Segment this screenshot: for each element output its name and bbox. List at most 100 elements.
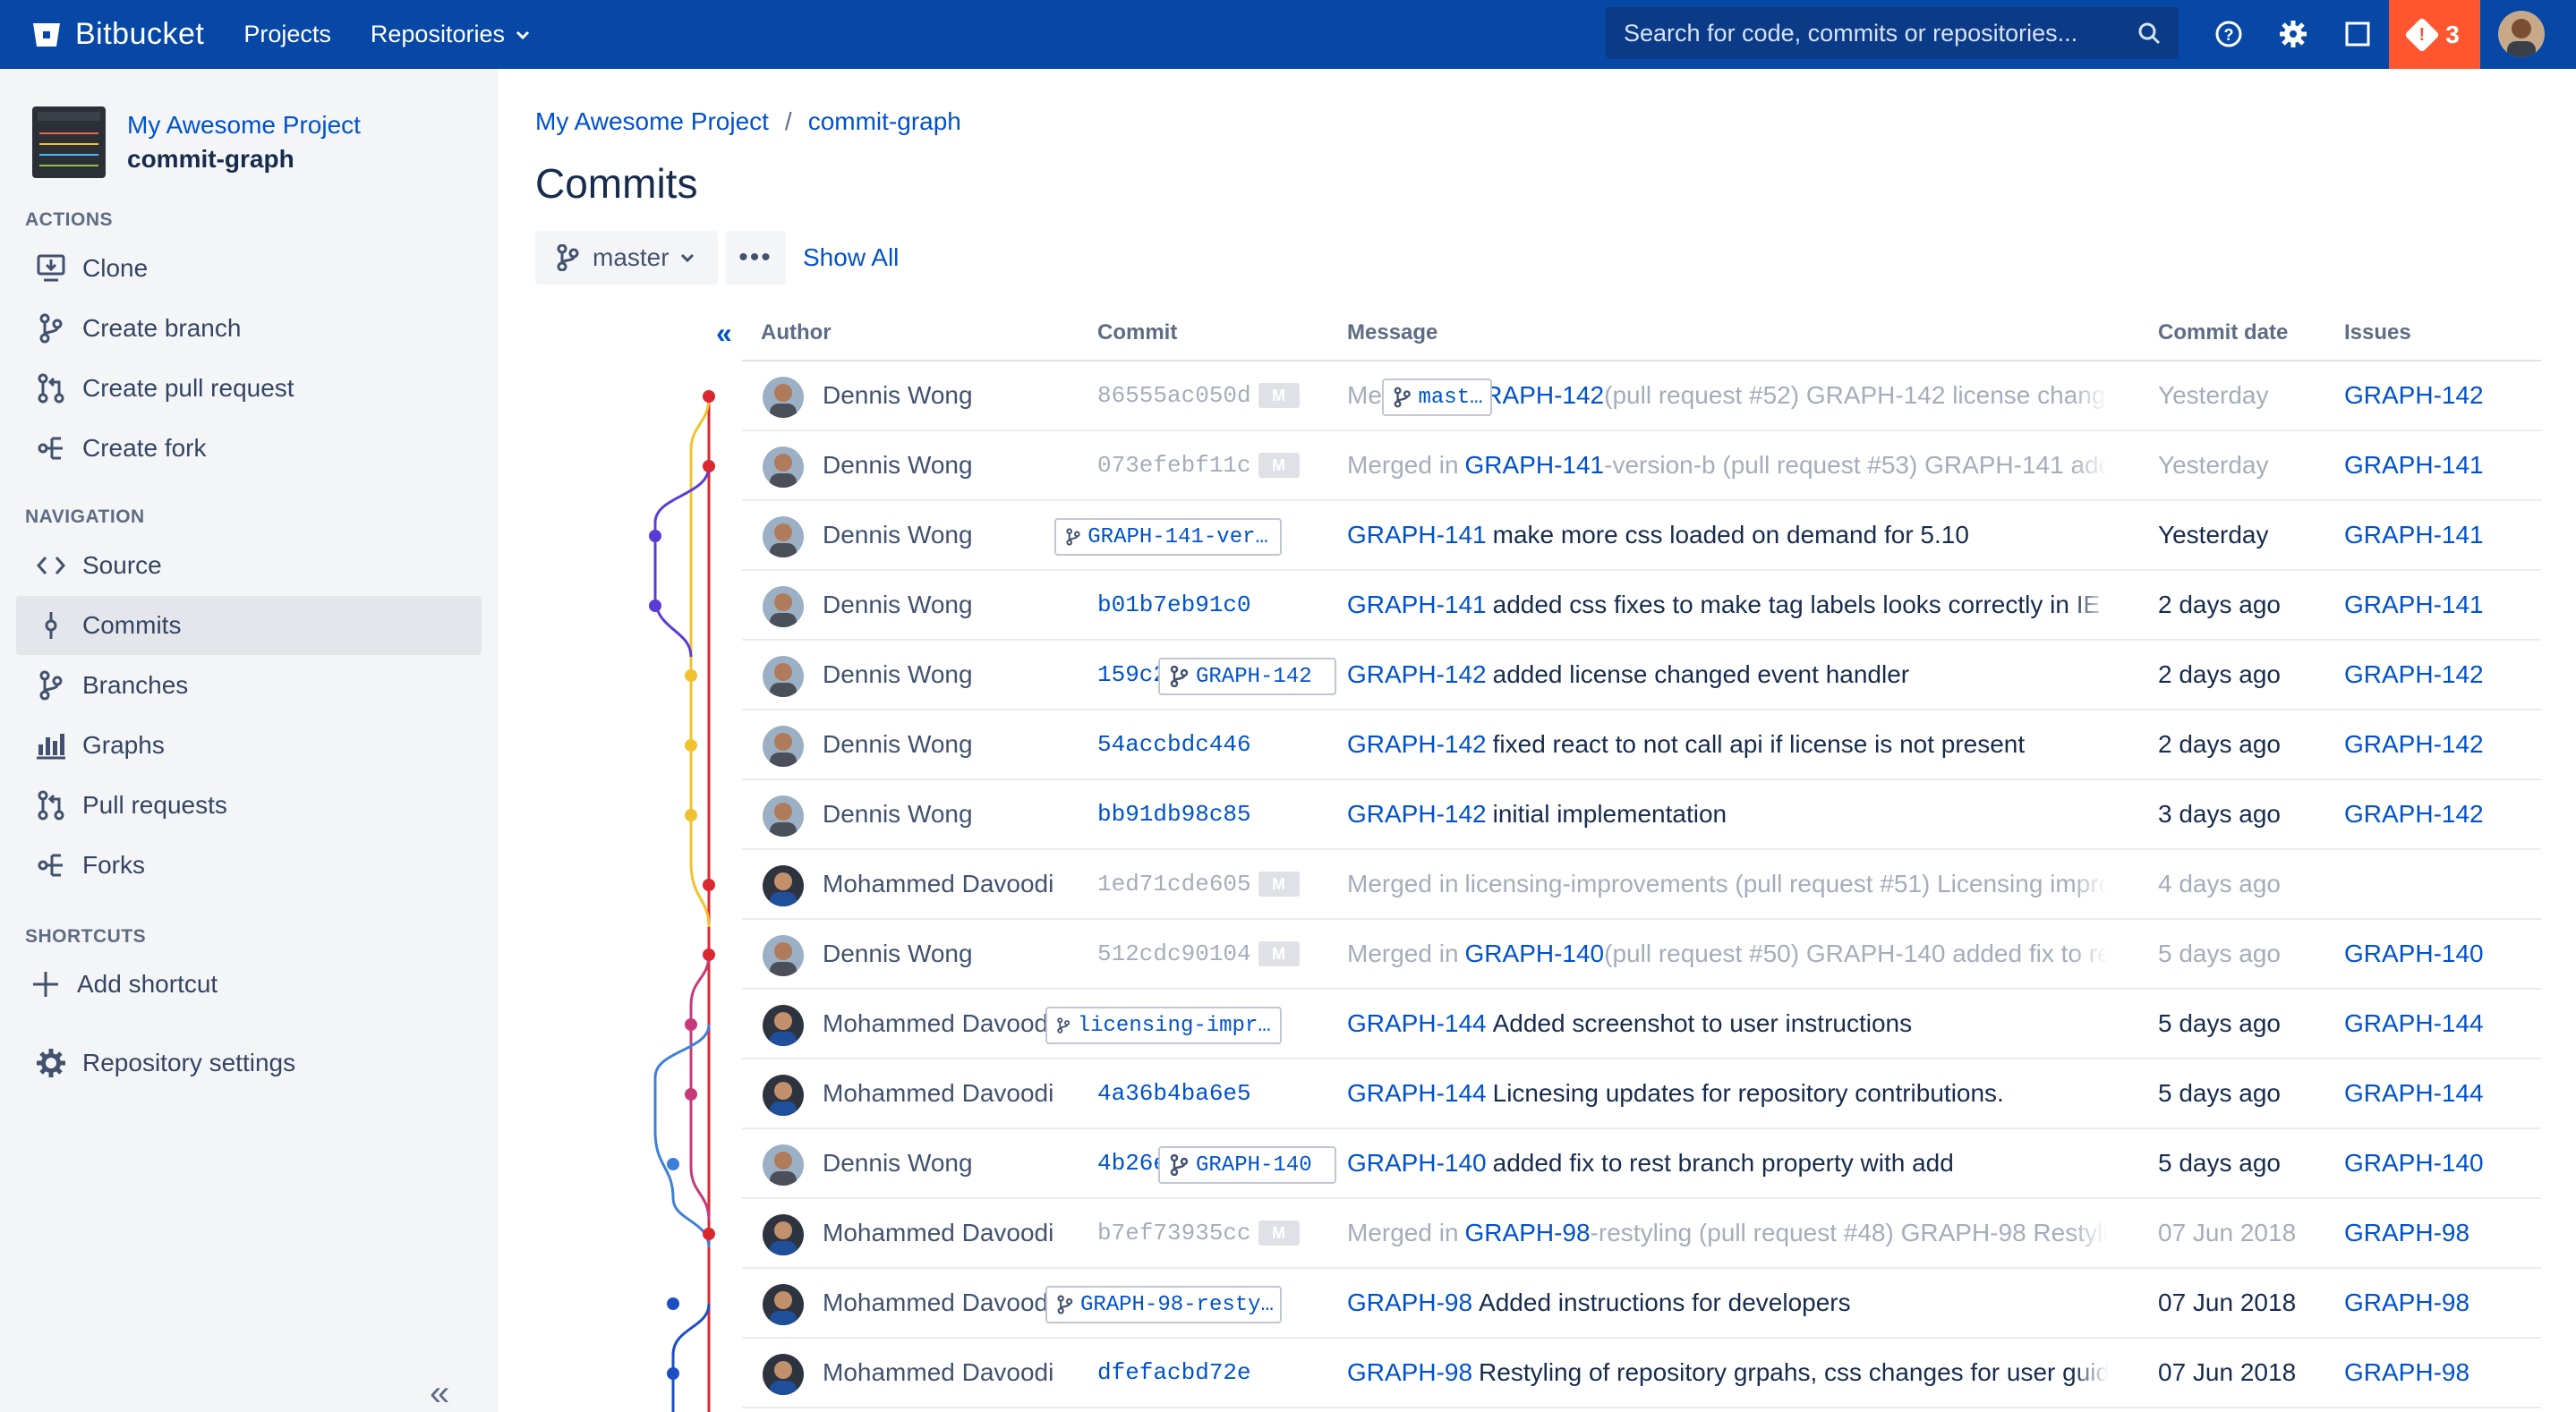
branch-icon bbox=[557, 244, 579, 271]
repository-settings-link[interactable]: Repository settings bbox=[16, 1033, 482, 1093]
app-switcher-icon[interactable] bbox=[2340, 16, 2376, 52]
collapse-graph-icon[interactable]: « bbox=[716, 317, 732, 350]
issue-link[interactable]: GRAPH-142 bbox=[2344, 710, 2484, 778]
commit-hash-link[interactable]: 54accbdc446 bbox=[1097, 710, 1251, 778]
issue-link[interactable]: GRAPH-142 bbox=[1347, 660, 1487, 689]
issue-link[interactable]: GRAPH-98 bbox=[2344, 1199, 2469, 1267]
branch-tag-label: GRAPH-142 bbox=[1196, 664, 1312, 689]
issue-link[interactable]: GRAPH-141 bbox=[1465, 451, 1605, 480]
issue-link[interactable]: GRAPH-140 bbox=[1465, 940, 1605, 968]
issue-link[interactable]: GRAPH-142 bbox=[2344, 641, 2484, 709]
commit-hash-link[interactable]: b7ef73935cc M bbox=[1097, 1199, 1300, 1267]
commit-hash-link[interactable]: 86555ac050d M bbox=[1097, 362, 1300, 430]
sidebar-item-graphs[interactable]: Graphs bbox=[16, 716, 482, 775]
issue-link[interactable]: GRAPH-140 bbox=[1347, 1149, 1487, 1178]
issue-link[interactable]: GRAPH-98 bbox=[2344, 1339, 2469, 1407]
branch-tag[interactable]: GRAPH-140 bbox=[1158, 1146, 1336, 1184]
author-avatar bbox=[763, 1354, 804, 1395]
commit-date: 2 days ago bbox=[2158, 591, 2281, 618]
sidebar-item-commits[interactable]: Commits bbox=[16, 596, 482, 655]
sidebar-item-create-branch[interactable]: Create branch bbox=[16, 299, 482, 358]
issue-link[interactable]: GRAPH-141 bbox=[1347, 521, 1487, 549]
repositories-dropdown[interactable]: Repositories bbox=[371, 21, 530, 48]
add-shortcut-button[interactable]: Add shortcut bbox=[16, 955, 482, 1014]
collapse-sidebar-icon[interactable]: « bbox=[430, 1374, 449, 1412]
issue-link[interactable]: GRAPH-98 bbox=[2344, 1269, 2469, 1337]
table-row[interactable]: Mohammed Davoodi 1ed71cde605 M Merged in li… bbox=[742, 850, 2541, 920]
sidebar-item-create-pull-request[interactable]: Create pull request bbox=[16, 359, 482, 418]
commit-hash-link[interactable]: 073efebf11c M bbox=[1097, 431, 1300, 499]
table-row[interactable]: Dennis Wong 54accbdc446 GRAPH-142 fixed rea… bbox=[742, 710, 2541, 780]
sidebar-item-source[interactable]: Source bbox=[16, 536, 482, 595]
sidebar-item-clone[interactable]: Clone bbox=[16, 239, 482, 298]
issue-link[interactable]: GRAPH-98 bbox=[1347, 1289, 1472, 1317]
fork-icon bbox=[32, 846, 70, 884]
table-row[interactable]: Mohammed Davoodi b7ef73935cc M Merged in GR… bbox=[742, 1199, 2541, 1269]
issue-link[interactable]: GRAPH-144 bbox=[2344, 990, 2484, 1058]
issue-link[interactable]: GRAPH-144 bbox=[2344, 1059, 2484, 1127]
settings-gear-icon[interactable] bbox=[2275, 16, 2311, 52]
commit-hash-link[interactable]: bb91db98c85 bbox=[1097, 780, 1251, 848]
merge-badge: M bbox=[1258, 872, 1300, 897]
help-icon[interactable]: ? bbox=[2211, 16, 2247, 52]
table-row[interactable]: Dennis Wongeffc767d9d7GRAPH-141make more… bbox=[742, 501, 2541, 571]
show-all-link[interactable]: Show All bbox=[803, 243, 899, 272]
issue-link[interactable]: GRAPH-144 bbox=[1347, 1079, 1487, 1108]
issue-link[interactable]: GRAPH-98 bbox=[1347, 1358, 1472, 1387]
issue-link[interactable]: GRAPH-142 bbox=[1347, 800, 1487, 829]
issue-link[interactable]: GRAPH-98 bbox=[1465, 1219, 1591, 1247]
issue-link[interactable]: GRAPH-141 bbox=[2344, 571, 2484, 639]
branch-selector[interactable]: master bbox=[535, 231, 718, 285]
issue-link[interactable]: GRAPH-140 bbox=[2344, 920, 2484, 988]
graph-node bbox=[685, 739, 697, 752]
table-row[interactable]: Mohammed Davoodi dfefacbd72e GRAPH-98 Resty… bbox=[742, 1339, 2541, 1408]
branch-tag[interactable]: GRAPH-141-version-b bbox=[1054, 518, 1282, 556]
issue-link[interactable]: GRAPH-141 bbox=[2344, 501, 2484, 569]
commit-hash-link[interactable]: 512cdc90104 M bbox=[1097, 920, 1300, 988]
commit-hash-link[interactable]: 4a36b4ba6e5 bbox=[1097, 1059, 1251, 1127]
commit-hash-link[interactable]: b01b7eb91c0 bbox=[1097, 571, 1251, 639]
sidebar-item-create-fork[interactable]: Create fork bbox=[16, 419, 482, 478]
merge-badge: M bbox=[1258, 383, 1300, 408]
bitbucket-logo[interactable]: Bitbucket bbox=[32, 17, 204, 52]
issue-link[interactable]: GRAPH-142 bbox=[2344, 362, 2484, 430]
more-icon: ••• bbox=[738, 242, 772, 272]
search-input[interactable]: Search for code, commits or repositories… bbox=[1606, 7, 2179, 59]
project-name-link[interactable]: My Awesome Project bbox=[127, 108, 361, 142]
breadcrumb-repo-link[interactable]: commit-graph bbox=[808, 107, 961, 136]
projects-link[interactable]: Projects bbox=[243, 21, 331, 48]
table-row[interactable]: Mohammed Davoodi 4a36b4ba6e5 GRAPH-144 Licn… bbox=[742, 1059, 2541, 1129]
table-row[interactable]: Dennis Wong159c26f1b64GRAPH-142added lic… bbox=[742, 641, 2541, 710]
notifications-button[interactable]: ! 3 bbox=[2389, 0, 2480, 69]
table-row[interactable]: Dennis Wong bb91db98c85 GRAPH-142 initial i… bbox=[742, 780, 2541, 850]
user-avatar[interactable] bbox=[2498, 11, 2545, 57]
table-row[interactable]: Mohammed Davoodi8d19aee8e20GRAPH-144Adde… bbox=[742, 990, 2541, 1059]
issue-link[interactable]: GRAPH-142 bbox=[1347, 730, 1487, 759]
branch-tag[interactable]: licensing-improvements bbox=[1045, 1007, 1282, 1044]
branch-tag[interactable]: GRAPH-142 bbox=[1158, 658, 1336, 695]
breadcrumb-project-link[interactable]: My Awesome Project bbox=[535, 107, 769, 136]
sidebar-item-pull-requests[interactable]: Pull requests bbox=[16, 776, 482, 835]
issue-link[interactable]: GRAPH-142 bbox=[2344, 780, 2484, 848]
branch-tag[interactable]: GRAPH-98-restyling bbox=[1045, 1286, 1282, 1323]
table-row[interactable]: Dennis Wong b01b7eb91c0 GRAPH-141 added css… bbox=[742, 571, 2541, 641]
issue-link[interactable]: GRAPH-141 bbox=[1347, 591, 1487, 619]
branch-tag-label: GRAPH-141-version-b bbox=[1088, 524, 1280, 549]
table-row[interactable]: Dennis Wong 512cdc90104 M Merged in GRAPH-1… bbox=[742, 920, 2541, 990]
table-row[interactable]: Dennis Wong4b26ecede43GRAPH-140added fix… bbox=[742, 1129, 2541, 1199]
more-options-button[interactable]: ••• bbox=[725, 231, 786, 285]
commit-hash-link[interactable]: 1ed71cde605 M bbox=[1097, 850, 1300, 918]
table-row[interactable]: Dennis Wong 073efebf11c M Merged in GRAPH-1… bbox=[742, 431, 2541, 501]
commit-hash-link[interactable]: dfefacbd72e bbox=[1097, 1339, 1251, 1407]
sidebar-item-label: Create fork bbox=[82, 434, 207, 462]
project-header[interactable]: My Awesome Project commit-graph bbox=[32, 106, 361, 178]
issue-link[interactable]: GRAPH-144 bbox=[1347, 1009, 1487, 1038]
table-row[interactable]: Mohammed Davoodi8cca41e437bGRAPH-98Added… bbox=[742, 1269, 2541, 1339]
branch-tag[interactable]: master bbox=[1382, 379, 1492, 416]
sidebar-item-branches[interactable]: Branches bbox=[16, 656, 482, 715]
table-row[interactable]: Dennis Wong86555ac050dMMerged in GRAPH-1… bbox=[742, 362, 2541, 431]
issue-link[interactable]: GRAPH-141 bbox=[2344, 431, 2484, 499]
issue-link[interactable]: GRAPH-140 bbox=[2344, 1129, 2484, 1197]
sidebar-item-forks[interactable]: Forks bbox=[16, 836, 482, 895]
author-avatar bbox=[763, 1284, 804, 1325]
